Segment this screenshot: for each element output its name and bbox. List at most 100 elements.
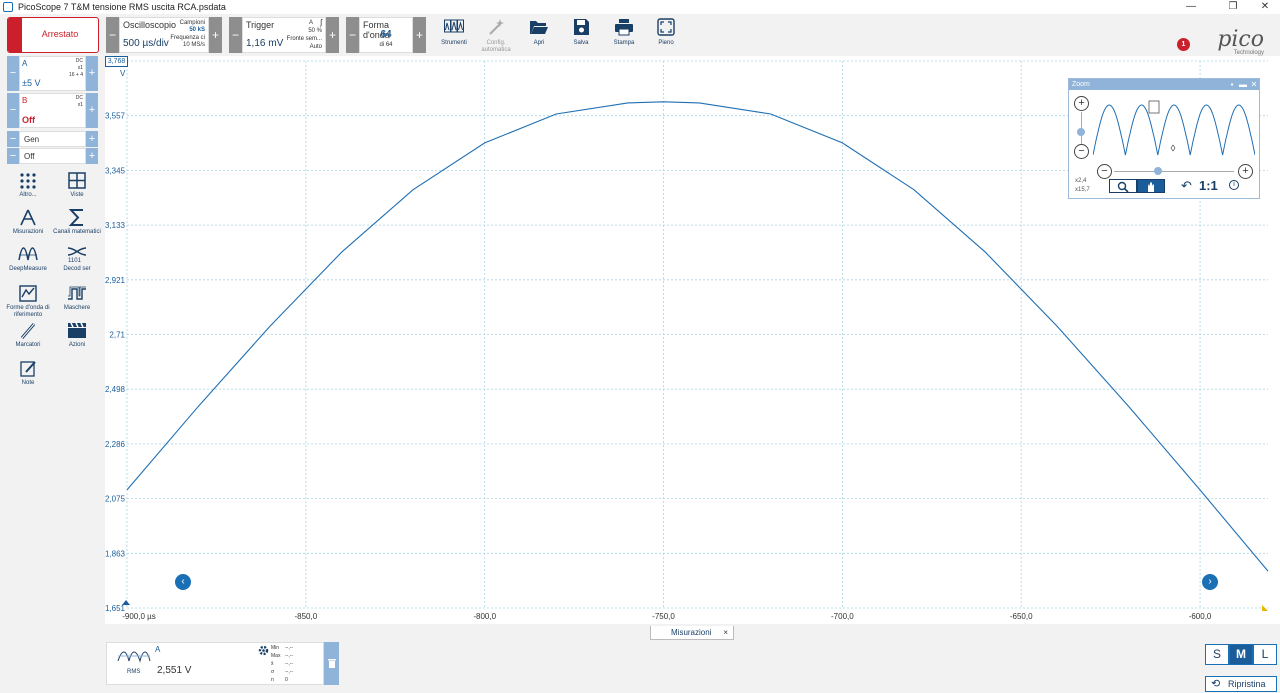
zoom-minimize-icon[interactable]: ▬	[1238, 79, 1248, 90]
measurements-tab[interactable]: Misurazioni ×	[650, 626, 734, 640]
waveform-control[interactable]: Forma d'onda 64 di 64	[359, 17, 413, 53]
stat-mean-value: --,--	[285, 661, 294, 667]
strumenti-button[interactable]: Strumenti	[432, 16, 476, 54]
size-large-button[interactable]: L	[1253, 644, 1277, 665]
gen-state-increase-button[interactable]: +	[86, 148, 98, 164]
channel-a-range: ±5 V	[22, 78, 41, 88]
zoom-close-icon[interactable]: ✕	[1249, 79, 1259, 90]
sigma-icon	[68, 209, 83, 226]
channel-a-decrease-button[interactable]: −	[7, 56, 19, 91]
sidebar-item-decod-ser[interactable]: 1101 Decod ser	[55, 246, 99, 280]
restore-button[interactable]: ❐	[1218, 0, 1248, 14]
zoom-horizontal-slider-thumb[interactable]	[1154, 167, 1162, 175]
sidebar-item-forme-onda-riferimento[interactable]: Forme d'onda di riferimento	[6, 285, 50, 319]
measurement-card[interactable]: RMS A 2,551 V Min --,-- Max --,-- x̄ --,…	[106, 642, 324, 685]
sidebar-item-canali-matematici[interactable]: Canali matematici	[53, 209, 101, 243]
pan-tool-button[interactable]	[1137, 179, 1165, 193]
sidebar-label: Note	[21, 380, 35, 386]
zoom-pin-icon[interactable]: ▪	[1227, 79, 1237, 90]
waveform-next-button[interactable]: +	[413, 17, 426, 53]
channel-a-probe: x1	[77, 65, 83, 71]
gen-decrease-button[interactable]: −	[7, 131, 19, 147]
config-automatica-label: Config. automatica	[481, 40, 511, 53]
y-tick-label: 2,075	[105, 495, 126, 504]
stat-max-label: Max	[271, 653, 281, 659]
sidebar-item-note[interactable]: Note	[6, 360, 50, 394]
sidebar-item-azioni[interactable]: Azioni	[55, 322, 99, 356]
gear-icon[interactable]	[258, 645, 269, 656]
channel-a-control: − A DC x1 16 + 4 ±5 V +	[7, 56, 98, 91]
channel-b-control: − B DC x1 Off +	[7, 93, 98, 128]
zoom-horizontal-out-button[interactable]: −	[1097, 164, 1112, 179]
size-medium-button[interactable]: M	[1229, 644, 1253, 665]
gen-increase-button[interactable]: +	[86, 131, 98, 147]
timebase-decrease-button[interactable]: −	[106, 17, 119, 53]
measurements-tab-close-icon[interactable]: ×	[723, 626, 728, 639]
title-bar: PicoScope 7 T&M tensione RMS uscita RCA.…	[0, 0, 1280, 14]
printer-icon	[615, 19, 633, 36]
waveform-previous-button[interactable]: −	[346, 17, 359, 53]
sidebar-item-marcatori[interactable]: Marcatori	[6, 322, 50, 356]
run-stop-button[interactable]: Arrestato	[7, 17, 99, 53]
x-tick-label: -700,0	[831, 612, 854, 621]
zoom-vertical-out-button[interactable]: −	[1074, 144, 1089, 159]
scroll-left-button[interactable]: ‹	[175, 574, 191, 590]
undo-zoom-icon[interactable]: ↶	[1181, 178, 1192, 194]
zoom-vertical-slider-thumb[interactable]	[1077, 128, 1085, 136]
hand-icon	[1148, 182, 1154, 192]
channel-a-increase-button[interactable]: +	[86, 56, 98, 91]
sidebar-item-deepmeasure[interactable]: DeepMeasure	[6, 246, 50, 280]
sidebar-item-maschere[interactable]: Maschere	[55, 285, 99, 319]
gen-state-field[interactable]: Off	[19, 148, 86, 164]
y-tick-label: 3,557	[105, 112, 126, 121]
close-window-button[interactable]: ✕	[1250, 0, 1280, 14]
rising-edge-icon: ʃ	[320, 18, 322, 27]
y-tick-label: 2,286	[105, 440, 126, 449]
stampa-button[interactable]: Stampa	[602, 16, 646, 54]
timebase-control[interactable]: Oscilloscopio 500 µs/div Campioni 50 kS …	[119, 17, 209, 53]
zoom-one-to-one-button[interactable]: 1:1	[1199, 178, 1218, 193]
app-icon	[3, 2, 13, 12]
gen-state-decrease-button[interactable]: −	[7, 148, 19, 164]
salva-button[interactable]: Salva	[559, 16, 603, 54]
zoom-vertical-in-button[interactable]: +	[1074, 96, 1089, 111]
stampa-label: Stampa	[613, 40, 635, 46]
zoom-overview-window[interactable]: Zoom ▪ ▬ ✕ + − − + x2,4 x15,7 ↶ 1:1 i	[1068, 78, 1260, 199]
apri-button[interactable]: Apri	[517, 16, 561, 54]
zoom-window-title: Zoom	[1072, 81, 1090, 88]
stat-min-value: --,--	[285, 645, 294, 651]
y-axis-max-label[interactable]: 3,768	[105, 56, 128, 67]
channel-b-increase-button[interactable]: +	[86, 93, 98, 128]
zoom-info-icon[interactable]: i	[1229, 180, 1239, 190]
sidebar-item-viste[interactable]: Viste	[55, 172, 99, 206]
timebase-increase-button[interactable]: +	[209, 17, 222, 53]
window-title: PicoScope 7 T&M tensione RMS uscita RCA.…	[18, 2, 226, 12]
sidebar-item-altro[interactable]: Altro...	[6, 172, 50, 206]
trigger-control[interactable]: Trigger 1,16 mV A ʃ 50 % Fronte sem... A…	[242, 17, 326, 53]
zoom-tool-button[interactable]	[1109, 179, 1137, 193]
magic-wand-icon	[489, 19, 504, 35]
zoom-horizontal-in-button[interactable]: +	[1238, 164, 1253, 179]
channel-b-settings[interactable]: B DC x1 Off	[19, 93, 86, 128]
sidebar-item-misurazioni[interactable]: Misurazioni	[6, 209, 50, 243]
pieno-button[interactable]: Pieno	[644, 16, 688, 54]
minimize-button[interactable]: —	[1176, 0, 1206, 14]
config-automatica-button[interactable]: Config. automatica	[474, 16, 518, 54]
channel-b-range: Off	[22, 115, 35, 125]
x-tick-label: -750,0	[652, 612, 675, 621]
gen-name-field[interactable]: Gen	[19, 131, 86, 147]
delete-measurement-button[interactable]	[324, 642, 339, 685]
serial-decode-icon: 1101	[67, 247, 87, 263]
notification-badge[interactable]: 1	[1177, 38, 1190, 51]
trigger-increase-button[interactable]: +	[326, 17, 339, 53]
trigger-decrease-button[interactable]: −	[229, 17, 242, 53]
measurement-value: 2,551 V	[157, 665, 192, 676]
overview-viewport-rect[interactable]	[1148, 100, 1160, 114]
reset-button[interactable]: ⟲ Ripristina	[1205, 676, 1277, 692]
channel-b-probe: x1	[77, 102, 83, 108]
scroll-right-button[interactable]: ›	[1202, 574, 1218, 590]
size-small-button[interactable]: S	[1205, 644, 1229, 665]
y-axis-unit: V	[120, 69, 126, 78]
channel-b-decrease-button[interactable]: −	[7, 93, 19, 128]
channel-a-settings[interactable]: A DC x1 16 + 4 ±5 V	[19, 56, 86, 91]
